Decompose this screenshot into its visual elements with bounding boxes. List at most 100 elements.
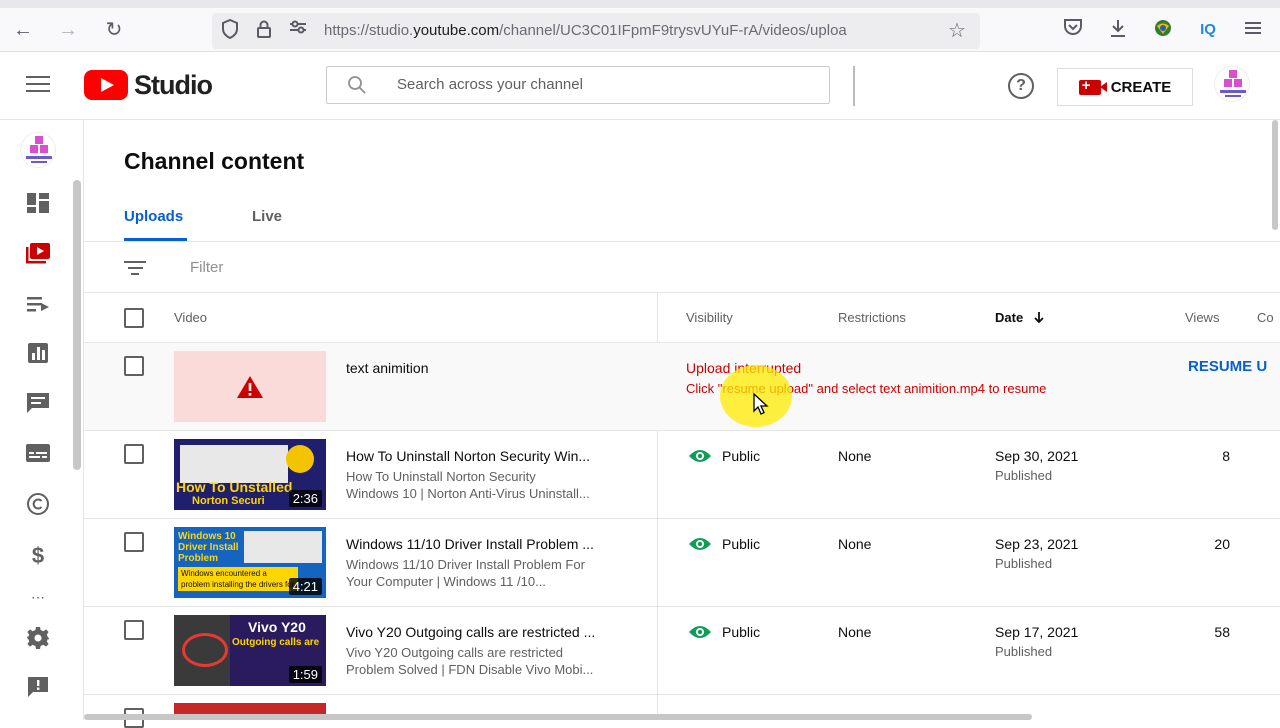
- video-title[interactable]: Windows 11/10 Driver Install Problem ...: [346, 536, 638, 552]
- dashboard-icon: [27, 193, 49, 213]
- download-icon[interactable]: [1106, 18, 1130, 42]
- description-line: Windows 10 | Norton Anti-Virus Uninstall…: [346, 486, 590, 501]
- video-description: Vivo Y20 Outgoing calls are restricted Pr…: [346, 644, 638, 678]
- video-duration: 1:59: [288, 666, 322, 683]
- sidebar-item-feedback[interactable]: [24, 676, 52, 704]
- column-header-views[interactable]: Views: [1185, 310, 1219, 325]
- sidebar-item-content[interactable]: [24, 242, 52, 270]
- video-title[interactable]: text animition: [346, 360, 638, 376]
- eye-icon[interactable]: [688, 448, 712, 464]
- video-title[interactable]: How To Uninstall Norton Security Win...: [346, 448, 638, 464]
- description-line: Your Computer | Windows 11 /10...: [346, 574, 546, 589]
- table-row-interrupted[interactable]: text animition Upload interrupted Click …: [84, 343, 1280, 431]
- row-checkbox[interactable]: [124, 532, 144, 552]
- visibility-status[interactable]: Public: [722, 624, 760, 640]
- sidebar-item-dashboard[interactable]: [24, 192, 52, 220]
- visibility-status[interactable]: Public: [722, 536, 760, 552]
- restrictions-value: None: [838, 448, 872, 464]
- sidebar-scrollbar[interactable]: [73, 180, 81, 470]
- filter-input[interactable]: Filter: [190, 259, 223, 276]
- sort-down-arrow-icon: [1034, 312, 1044, 324]
- video-thumbnail[interactable]: Windows 10 Driver Install Problem Window…: [174, 527, 326, 598]
- sidebar-item-analytics[interactable]: [24, 342, 52, 370]
- lock-icon[interactable]: [252, 19, 276, 43]
- tab-uploads[interactable]: Uploads: [124, 208, 183, 225]
- row-checkbox[interactable]: [124, 620, 144, 640]
- back-arrow-icon[interactable]: ←: [11, 18, 35, 42]
- table-row[interactable]: Windows 10 Driver Install Problem Window…: [84, 519, 1280, 607]
- url-prefix: https://studio.: [324, 22, 414, 39]
- sidebar-channel-avatar[interactable]: [20, 132, 56, 168]
- url-domain: youtube.com: [413, 22, 500, 39]
- resume-upload-button[interactable]: RESUME U: [1188, 358, 1280, 375]
- forward-arrow-icon[interactable]: →: [56, 18, 80, 42]
- iq-extension-icon[interactable]: IQ: [1196, 18, 1220, 42]
- search-box[interactable]: [326, 66, 830, 104]
- views-count: 8: [1222, 448, 1230, 464]
- search-input[interactable]: [397, 76, 797, 93]
- studio-header: Studio ? CREATE: [0, 52, 1280, 120]
- studio-logo[interactable]: Studio: [84, 70, 213, 100]
- publish-date: Sep 23, 2021: [995, 536, 1079, 552]
- video-thumbnail[interactable]: Vivo Y20 Outgoing calls are 1:59: [174, 615, 326, 686]
- thumbnail-highlight-circle: [182, 633, 228, 667]
- thumbnail-caption-sub: Norton Securi: [192, 495, 265, 507]
- views-count: 20: [1214, 536, 1230, 552]
- select-all-checkbox[interactable]: [124, 308, 144, 328]
- table-row[interactable]: Vivo Y20 Outgoing calls are 1:59 Vivo Y2…: [84, 607, 1280, 695]
- permissions-icon[interactable]: [286, 19, 310, 43]
- column-header-comments[interactable]: Co: [1257, 310, 1274, 325]
- extension-icon[interactable]: [1151, 18, 1175, 42]
- restrictions-value: None: [838, 536, 872, 552]
- description-line: How To Uninstall Norton Security: [346, 469, 536, 484]
- sidebar-item-earn[interactable]: $: [24, 542, 52, 570]
- hamburger-menu-icon[interactable]: [26, 76, 50, 94]
- sidebar-item-subtitles[interactable]: [24, 442, 52, 470]
- publish-date: Sep 17, 2021: [995, 624, 1079, 640]
- thumbnail-screenshot: [180, 445, 288, 483]
- sidebar-item-settings[interactable]: [24, 626, 52, 654]
- account-avatar[interactable]: [1214, 66, 1250, 102]
- video-thumbnail[interactable]: [174, 351, 326, 422]
- reload-icon[interactable]: ↻: [102, 18, 126, 42]
- thumbnail-caption-sub: Outgoing calls are: [232, 637, 320, 648]
- horizontal-scrollbar[interactable]: [84, 714, 1032, 720]
- pocket-icon[interactable]: [1061, 18, 1085, 42]
- bookmark-star-icon[interactable]: ☆: [945, 19, 969, 43]
- column-header-visibility[interactable]: Visibility: [686, 310, 733, 325]
- eye-icon[interactable]: [688, 536, 712, 552]
- sidebar-item-customization[interactable]: ⋯: [24, 590, 52, 604]
- column-header-restrictions[interactable]: Restrictions: [838, 310, 906, 325]
- video-duration: 4:21: [288, 578, 322, 595]
- create-button[interactable]: CREATE: [1057, 68, 1193, 106]
- column-header-date[interactable]: Date: [995, 310, 1045, 325]
- table-row[interactable]: How To Unstalled Norton Securi 2:36 How …: [84, 431, 1280, 519]
- url-text[interactable]: https://studio.youtube.com/channel/UC3C0…: [324, 22, 934, 39]
- video-title[interactable]: Vivo Y20 Outgoing calls are restricted .…: [346, 624, 638, 640]
- filter-icon[interactable]: [124, 261, 146, 275]
- publish-status: Published: [995, 644, 1053, 659]
- row-checkbox[interactable]: [124, 356, 144, 376]
- browser-menu-icon[interactable]: [1241, 18, 1265, 42]
- content-icon: [26, 243, 50, 264]
- tab-live[interactable]: Live: [252, 208, 282, 225]
- address-bar[interactable]: https://studio.youtube.com/channel/UC3C0…: [212, 13, 980, 49]
- video-thumbnail[interactable]: How To Unstalled Norton Securi 2:36: [174, 439, 326, 510]
- publish-status: Published: [995, 468, 1053, 483]
- create-label: CREATE: [1110, 78, 1172, 96]
- sidebar-item-copyright[interactable]: [24, 492, 52, 520]
- row-checkbox[interactable]: [124, 444, 144, 464]
- help-icon[interactable]: ?: [1008, 73, 1034, 99]
- visibility-status[interactable]: Public: [722, 448, 760, 464]
- shield-icon[interactable]: [218, 18, 242, 43]
- thumbnail-caption: Vivo Y20: [248, 619, 306, 635]
- sidebar-item-playlists[interactable]: [24, 292, 52, 320]
- filter-divider: [84, 292, 1280, 293]
- norton-logo-icon: [286, 445, 314, 473]
- sidebar-item-comments[interactable]: [24, 392, 52, 420]
- eye-icon[interactable]: [688, 624, 712, 640]
- publish-status: Published: [995, 556, 1053, 571]
- gear-icon: [27, 627, 49, 649]
- vertical-scrollbar[interactable]: [1272, 120, 1278, 230]
- youtube-play-icon: [84, 70, 128, 100]
